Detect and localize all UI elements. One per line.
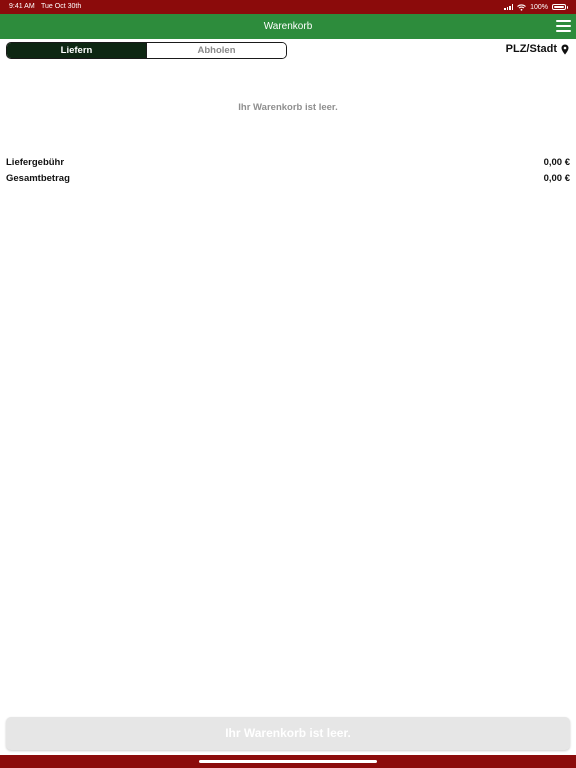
status-date: Tue Oct 30th: [41, 3, 82, 10]
navigation-bar: Warenkorb: [0, 14, 576, 39]
location-selector[interactable]: PLZ/Stadt: [506, 43, 569, 55]
delivery-fee-label: Liefergebühr: [6, 157, 65, 168]
hamburger-menu-icon[interactable]: [556, 19, 571, 33]
status-bar: 9:41 AM Tue Oct 30th 100%: [0, 0, 576, 14]
location-label: PLZ/Stadt: [505, 43, 557, 55]
checkout-button[interactable]: Ihr Warenkorb ist leer.: [6, 717, 570, 750]
status-time: 9:41 AM: [9, 3, 35, 10]
home-indicator[interactable]: [199, 760, 377, 763]
battery-percent: 100%: [530, 3, 548, 11]
page-title: Warenkorb: [263, 21, 313, 32]
status-indicators: 100%: [504, 2, 568, 12]
order-type-switch: Liefern Abholen: [6, 42, 287, 59]
empty-cart-message: Ihr Warenkorb ist leer.: [238, 102, 338, 113]
battery-icon: [552, 4, 568, 10]
pickup-tab[interactable]: Abholen: [146, 43, 286, 58]
cellular-signal-icon: [504, 4, 514, 10]
delivery-tab[interactable]: Liefern: [7, 43, 146, 58]
wifi-icon: [517, 3, 526, 11]
battery-level: [554, 6, 564, 8]
map-pin-icon: [561, 44, 569, 54]
delivery-fee-row: Liefergebühr 0,00 €: [6, 157, 570, 168]
total-value: 0,00 €: [543, 173, 570, 184]
total-row: Gesamtbetrag 0,00 €: [6, 173, 570, 184]
delivery-fee-value: 0,00 €: [543, 157, 570, 168]
total-label: Gesamtbetrag: [6, 173, 70, 184]
bottom-bar: [0, 755, 576, 768]
